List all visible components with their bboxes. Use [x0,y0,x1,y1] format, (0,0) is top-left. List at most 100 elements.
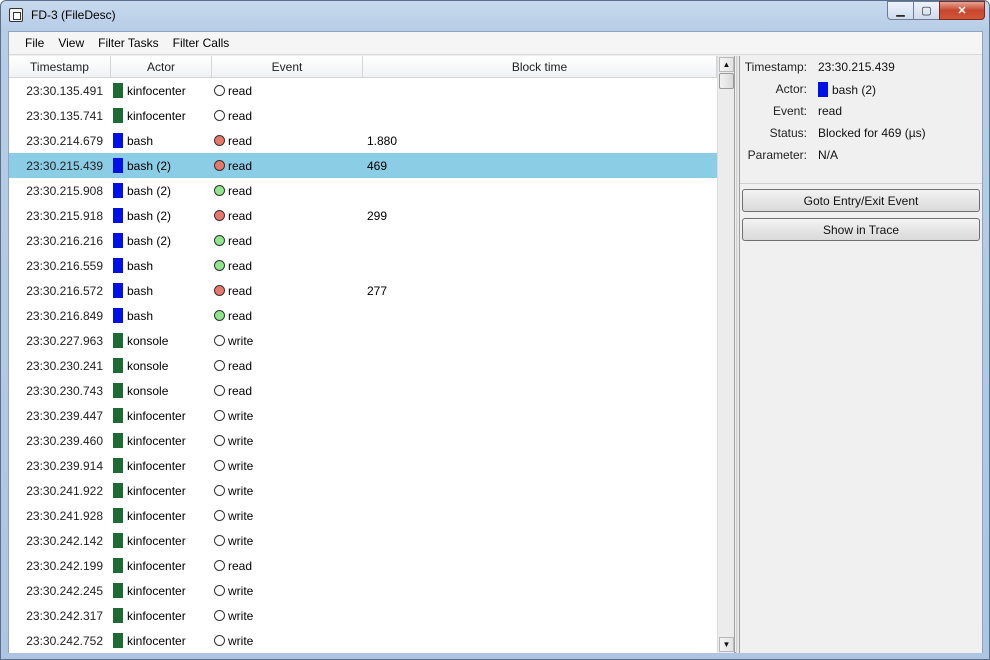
actor-color-swatch [113,83,123,98]
table-row[interactable]: 23:30.216.216 bash (2) read [9,228,717,253]
detail-label: Event: [772,104,807,118]
cell-timestamp: 23:30.242.142 [26,533,103,548]
cell-event: read [212,559,363,573]
event-name: read [228,233,253,248]
cell-event: read [212,259,363,273]
menu-filter-calls[interactable]: Filter Calls [167,32,238,54]
table-row[interactable]: 23:30.239.447 kinfocenter write [9,403,717,428]
detail-value: N/A [818,148,839,162]
goto-entry-exit-button[interactable]: Goto Entry/Exit Event [742,189,980,212]
cell-event: read [212,109,363,123]
table-row[interactable]: 23:30.230.241 konsole read [9,353,717,378]
cell-event: read [212,384,363,398]
table-row[interactable]: 23:30.135.491 kinfocenter read [9,78,717,103]
menu-filter-tasks[interactable]: Filter Tasks [92,32,166,54]
cell-timestamp: 23:30.239.914 [26,458,103,473]
maximize-button[interactable]: ▢ [913,1,940,20]
cell-event: write [212,634,363,648]
column-header-event[interactable]: Event [212,56,363,78]
table-row[interactable]: 23:30.135.741 kinfocenter read [9,103,717,128]
cell-timestamp: 23:30.216.572 [26,283,103,298]
column-header-actor[interactable]: Actor [111,56,212,78]
menu-bar: File View Filter Tasks Filter Calls [9,32,982,55]
cell-timestamp: 23:30.239.447 [26,408,103,423]
cell-timestamp: 23:30.242.752 [26,633,103,648]
event-name: write [228,533,254,548]
cell-timestamp: 23:30.239.460 [26,433,103,448]
menu-view[interactable]: View [52,32,92,54]
cell-timestamp: 23:30.216.216 [26,233,103,248]
table-row[interactable]: 23:30.239.914 kinfocenter write [9,453,717,478]
cell-actor: kinfocenter [111,108,212,123]
vertical-scrollbar[interactable]: ▲ ▼ [717,56,734,653]
table-row[interactable]: 23:30.242.199 kinfocenter read [9,553,717,578]
table-row[interactable]: 23:30.242.142 kinfocenter write [9,528,717,553]
actor-color-swatch [113,358,123,373]
cell-event: read [212,234,363,248]
actor-color-swatch [113,333,123,348]
table-row[interactable]: 23:30.215.908 bash (2) read [9,178,717,203]
event-name: write [228,508,254,523]
table-row[interactable]: 23:30.214.679 bash read 1.880 [9,128,717,153]
cell-event: write [212,484,363,498]
cell-event: write [212,334,363,348]
cell-event: write [212,459,363,473]
actor-color-swatch [113,283,123,298]
column-header-block-time[interactable]: Block time [363,56,717,78]
table-row[interactable]: 23:30.242.317 kinfocenter write [9,603,717,628]
event-name: write [228,633,254,648]
show-in-trace-button[interactable]: Show in Trace [742,218,980,241]
table-row[interactable]: 23:30.215.918 bash (2) read 299 [9,203,717,228]
actor-name: bash (2) [127,158,172,173]
cell-event: read [212,134,363,148]
cell-actor: bash [111,258,212,273]
actor-color-swatch [113,508,123,523]
scrollbar-thumb[interactable] [719,73,734,89]
actor-color-swatch [113,533,123,548]
scroll-down-icon[interactable]: ▼ [719,637,734,652]
event-name: read [228,308,253,323]
cell-actor: kinfocenter [111,508,212,523]
table-row[interactable]: 23:30.215.439 bash (2) read 469 [9,153,717,178]
event-status-icon [214,335,225,346]
table-row[interactable]: 23:30.239.460 kinfocenter write [9,428,717,453]
cell-actor: bash (2) [111,158,212,173]
column-header-timestamp[interactable]: Timestamp [9,56,111,78]
scroll-up-icon[interactable]: ▲ [719,57,734,72]
table-body: 23:30.135.491 kinfocenter read 23:30.135.74… [9,78,717,653]
cell-timestamp: 23:30.241.922 [26,483,103,498]
cell-actor: konsole [111,383,212,398]
event-status-icon [214,560,225,571]
cell-block-time: 1.880 [367,133,398,148]
table-row[interactable]: 23:30.242.245 kinfocenter write [9,578,717,603]
menu-file[interactable]: File [19,32,52,54]
event-name: write [228,608,254,623]
cell-event: read [212,359,363,373]
table-row[interactable]: 23:30.216.572 bash read 277 [9,278,717,303]
table-row[interactable]: 23:30.241.928 kinfocenter write [9,503,717,528]
table-row[interactable]: 23:30.241.922 kinfocenter write [9,478,717,503]
actor-color-swatch [113,158,123,173]
detail-value: bash (2) [832,82,877,97]
cell-actor: bash (2) [111,183,212,198]
close-button[interactable]: ✕ [939,1,985,20]
table-row[interactable]: 23:30.242.752 kinfocenter write [9,628,717,653]
title-bar: FD-3 (FileDesc) ▁ ▢ ✕ [1,1,989,31]
table-row[interactable]: 23:30.227.963 konsole write [9,328,717,353]
table-row[interactable]: 23:30.230.743 konsole read [9,378,717,403]
detail-value: Blocked for 469 (µs) [818,126,926,140]
detail-status: Status: Blocked for 469 (µs) [740,125,982,143]
event-name: write [228,483,254,498]
event-name: read [228,108,253,123]
event-name: read [228,358,253,373]
cell-block-time: 469 [367,158,388,173]
event-status-icon [214,635,225,646]
event-status-icon [214,460,225,471]
detail-event: Event: read [740,103,982,121]
minimize-button[interactable]: ▁ [887,1,914,20]
cell-actor: kinfocenter [111,608,212,623]
table-row[interactable]: 23:30.216.849 bash read [9,303,717,328]
actor-name: bash [127,258,154,273]
cell-actor: kinfocenter [111,408,212,423]
table-row[interactable]: 23:30.216.559 bash read [9,253,717,278]
